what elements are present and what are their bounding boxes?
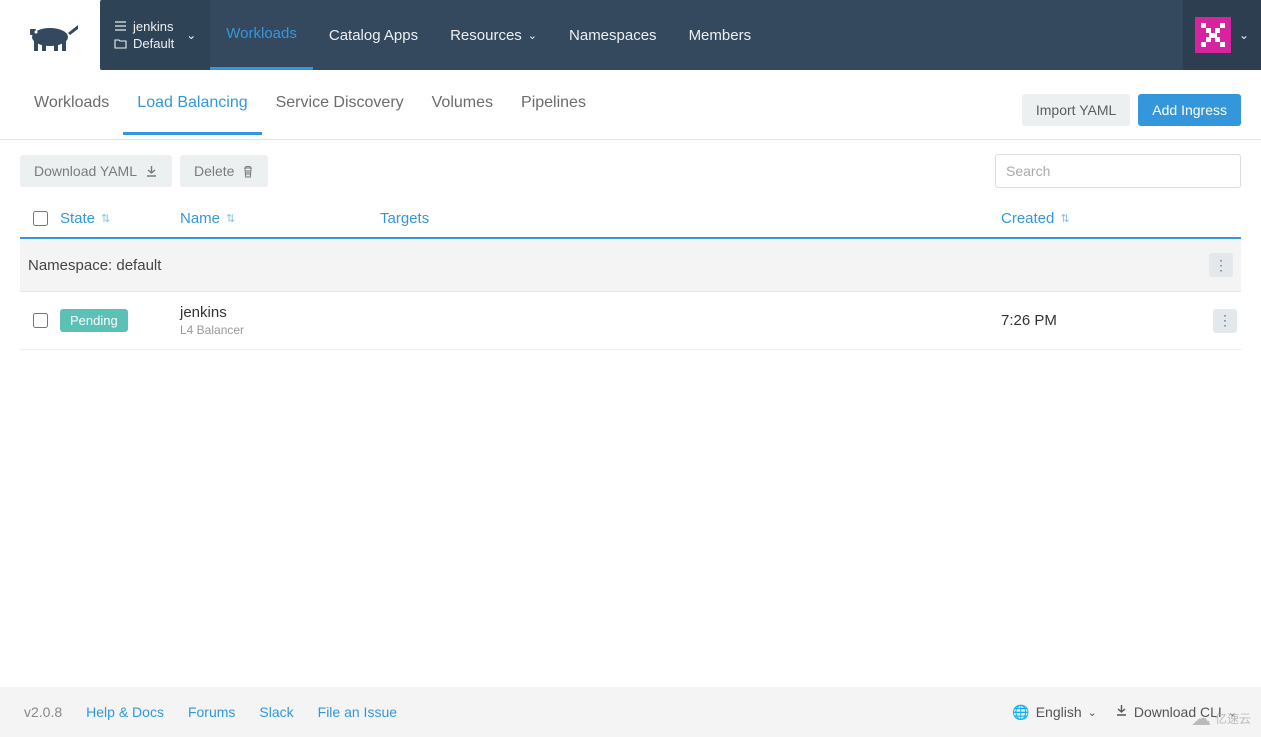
sub-nav: Workloads Load Balancing Service Discove…	[0, 80, 1261, 140]
col-created[interactable]: Created⇅	[1001, 210, 1201, 227]
version-label: v2.0.8	[24, 704, 62, 720]
col-state[interactable]: State⇅	[60, 210, 180, 227]
nav-members[interactable]: Members	[673, 0, 768, 70]
tab-load-balancing[interactable]: Load Balancing	[123, 84, 261, 135]
chevron-down-icon: ⌄	[1088, 706, 1097, 719]
table-row: Pending jenkins L4 Balancer 7:26 PM ⋮	[20, 292, 1241, 350]
globe-icon: 🌐	[1012, 704, 1029, 721]
sort-icon: ⇅	[101, 212, 110, 225]
nav-links: Workloads Catalog Apps Resources⌄ Namesp…	[210, 0, 767, 70]
namespace-group-row: Namespace: default ⋮	[20, 239, 1241, 292]
table-header: State⇅ Name⇅ Targets Created⇅	[20, 202, 1241, 239]
tab-volumes[interactable]: Volumes	[418, 84, 507, 135]
trash-icon	[242, 165, 254, 178]
row-created: 7:26 PM	[1001, 312, 1201, 329]
search-input[interactable]	[995, 154, 1241, 188]
nav-workloads[interactable]: Workloads	[210, 0, 313, 70]
row-name[interactable]: jenkins	[180, 304, 380, 321]
chevron-down-icon: ⌄	[186, 28, 196, 42]
project-namespace: Default	[133, 36, 174, 51]
cloud-icon: ☁	[1191, 706, 1211, 731]
forums-link[interactable]: Forums	[188, 704, 235, 720]
chevron-down-icon: ⌄	[528, 29, 537, 42]
tab-service-discovery[interactable]: Service Discovery	[262, 84, 418, 135]
avatar	[1195, 17, 1231, 53]
folder-icon	[114, 38, 127, 49]
logo[interactable]	[20, 15, 88, 55]
top-nav: jenkins Default ⌄ Workloads Catalog Apps…	[0, 0, 1261, 70]
download-icon	[145, 165, 158, 178]
project-name: jenkins	[133, 19, 173, 34]
list-icon	[114, 20, 127, 33]
project-selector[interactable]: jenkins Default ⌄	[100, 0, 210, 70]
kebab-icon: ⋮	[1214, 257, 1228, 274]
file-issue-link[interactable]: File an Issue	[318, 704, 397, 720]
kebab-icon: ⋮	[1218, 312, 1232, 329]
sort-icon: ⇅	[226, 212, 235, 225]
delete-button[interactable]: Delete	[180, 155, 268, 187]
nav-resources[interactable]: Resources⌄	[434, 0, 553, 70]
import-yaml-button[interactable]: Import YAML	[1022, 94, 1130, 126]
download-icon	[1115, 704, 1128, 720]
col-targets: Targets	[380, 210, 1001, 227]
row-subtitle: L4 Balancer	[180, 323, 380, 337]
search-box	[995, 154, 1241, 188]
sort-icon: ⇅	[1060, 212, 1069, 225]
slack-link[interactable]: Slack	[259, 704, 293, 720]
toolbar: Download YAML Delete	[0, 140, 1261, 202]
tab-workloads[interactable]: Workloads	[20, 84, 123, 135]
tab-pipelines[interactable]: Pipelines	[507, 84, 600, 135]
download-yaml-button[interactable]: Download YAML	[20, 155, 172, 187]
col-name[interactable]: Name⇅	[180, 210, 380, 227]
group-actions-menu[interactable]: ⋮	[1209, 253, 1233, 277]
ingress-table: State⇅ Name⇅ Targets Created⇅ Namespace:…	[0, 202, 1261, 350]
nav-namespaces[interactable]: Namespaces	[553, 0, 673, 70]
row-checkbox[interactable]	[33, 313, 48, 328]
add-ingress-button[interactable]: Add Ingress	[1138, 94, 1241, 126]
language-selector[interactable]: 🌐 English ⌄	[1012, 704, 1097, 721]
select-all-checkbox[interactable]	[33, 211, 48, 226]
namespace-label: Namespace: default	[28, 257, 161, 274]
help-link[interactable]: Help & Docs	[86, 704, 164, 720]
navbar: jenkins Default ⌄ Workloads Catalog Apps…	[100, 0, 1261, 70]
nav-catalog-apps[interactable]: Catalog Apps	[313, 0, 434, 70]
watermark: ☁ 亿速云	[1191, 706, 1251, 731]
user-menu[interactable]: ⌄	[1183, 0, 1261, 70]
row-actions-menu[interactable]: ⋮	[1213, 309, 1237, 333]
footer: v2.0.8 Help & Docs Forums Slack File an …	[0, 687, 1261, 737]
chevron-down-icon: ⌄	[1239, 28, 1249, 42]
status-badge: Pending	[60, 309, 128, 332]
